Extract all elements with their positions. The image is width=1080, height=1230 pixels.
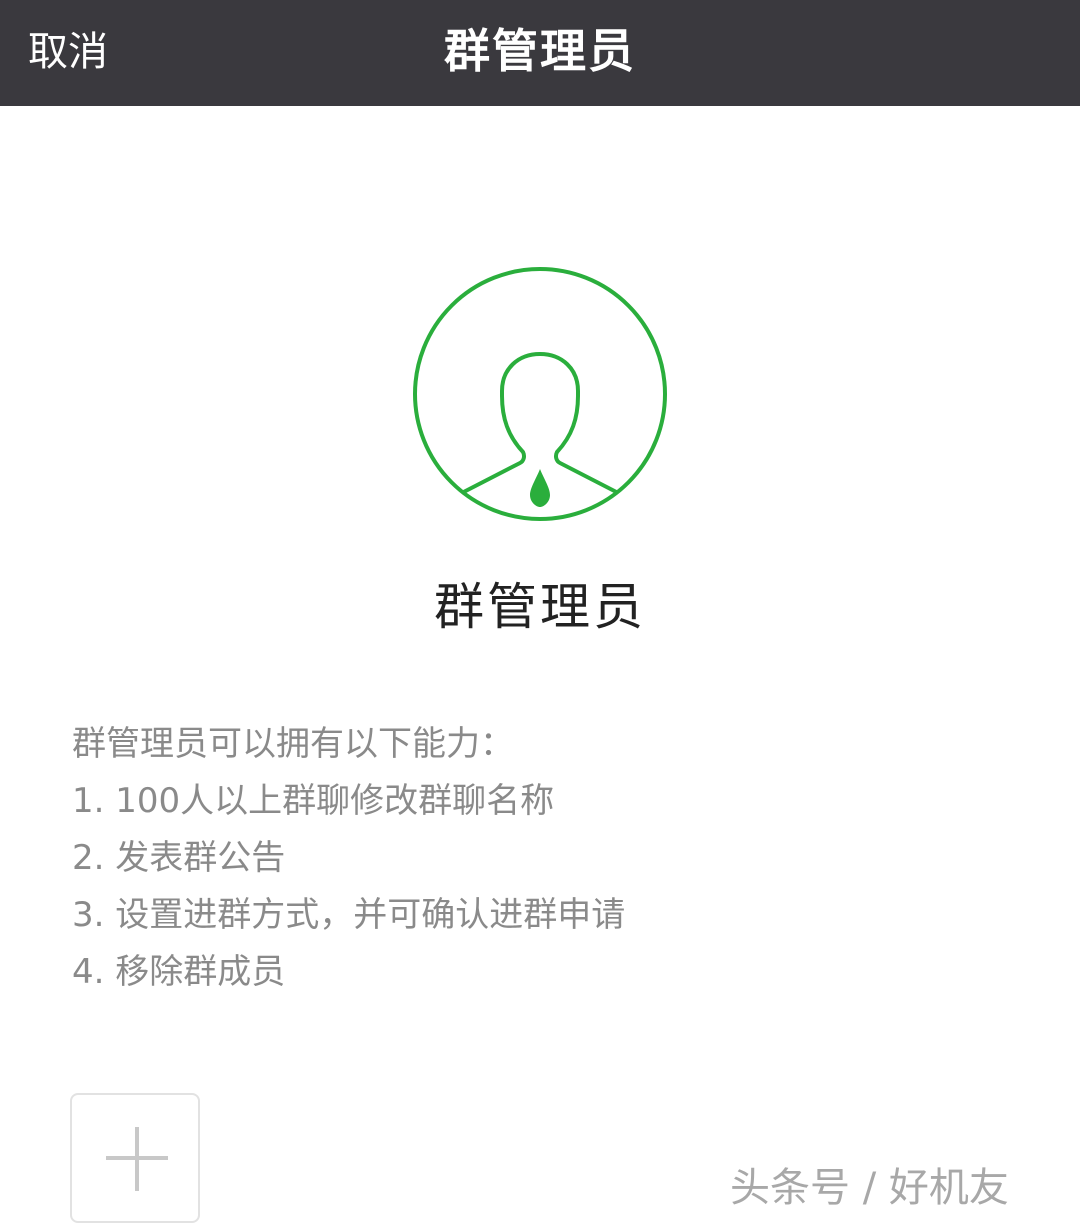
admin-avatar-icon	[412, 266, 668, 522]
plus-icon	[106, 1127, 168, 1191]
capability-item: 1. 100人以上群聊修改群聊名称	[72, 781, 555, 821]
add-admin-button[interactable]	[70, 1093, 200, 1223]
page-title: 群管理员	[444, 24, 636, 78]
capability-item: 3. 设置进群方式，并可确认进群申请	[72, 895, 626, 935]
capabilities-description: 群管理员可以拥有以下能力： 1. 100人以上群聊修改群聊名称 2. 发表群公告…	[72, 716, 972, 1001]
capability-item: 4. 移除群成员	[72, 952, 286, 992]
top-navigation-bar: 取消 群管理员	[0, 0, 1080, 106]
role-title: 群管理员	[434, 578, 646, 636]
capabilities-heading: 群管理员可以拥有以下能力：	[72, 724, 514, 764]
capability-item: 2. 发表群公告	[72, 838, 286, 878]
watermark: 头条号 / 好机友	[730, 1165, 1009, 1211]
